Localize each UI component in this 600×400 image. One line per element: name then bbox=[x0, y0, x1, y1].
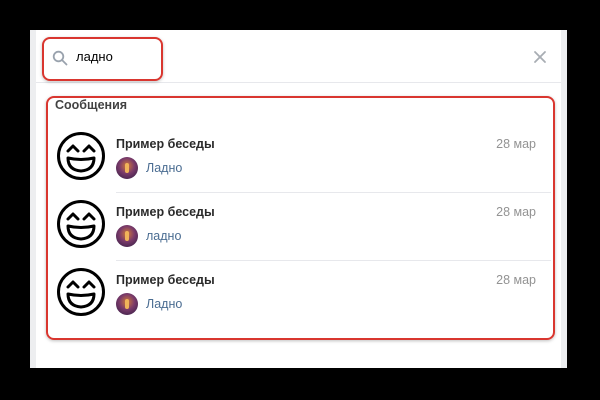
section-title: Сообщения bbox=[55, 98, 128, 112]
list-item[interactable]: Пример беседы 28 мар Ладно bbox=[36, 124, 561, 192]
sender-avatar bbox=[116, 225, 138, 247]
sender-avatar bbox=[116, 293, 138, 315]
close-icon[interactable] bbox=[533, 50, 547, 64]
message-date: 28 мар bbox=[496, 137, 536, 151]
message-snippet: ладно bbox=[146, 229, 182, 243]
message-results-list: Пример беседы 28 мар Ладно Пример беседы… bbox=[36, 124, 561, 328]
chat-title: Пример беседы bbox=[116, 137, 215, 151]
chat-avatar-icon bbox=[57, 132, 105, 180]
message-snippet: Ладно bbox=[146, 297, 183, 311]
chat-title: Пример беседы bbox=[116, 273, 215, 287]
app-window: ладно Сообщения Пример беседы 28 мар Лад… bbox=[30, 30, 567, 368]
search-icon bbox=[52, 50, 68, 66]
list-item[interactable]: Пример беседы 28 мар Ладно bbox=[36, 260, 561, 328]
message-date: 28 мар bbox=[496, 205, 536, 219]
search-bar[interactable]: ладно bbox=[36, 30, 561, 83]
chat-avatar-icon bbox=[57, 200, 105, 248]
list-item[interactable]: Пример беседы 28 мар ладно bbox=[36, 192, 561, 260]
search-panel: ладно Сообщения Пример беседы 28 мар Лад… bbox=[36, 30, 561, 368]
chat-avatar-icon bbox=[57, 268, 105, 316]
chat-title: Пример беседы bbox=[116, 205, 215, 219]
sender-avatar bbox=[116, 157, 138, 179]
message-snippet: Ладно bbox=[146, 161, 183, 175]
search-input[interactable]: ладно bbox=[76, 49, 113, 64]
message-date: 28 мар bbox=[496, 273, 536, 287]
